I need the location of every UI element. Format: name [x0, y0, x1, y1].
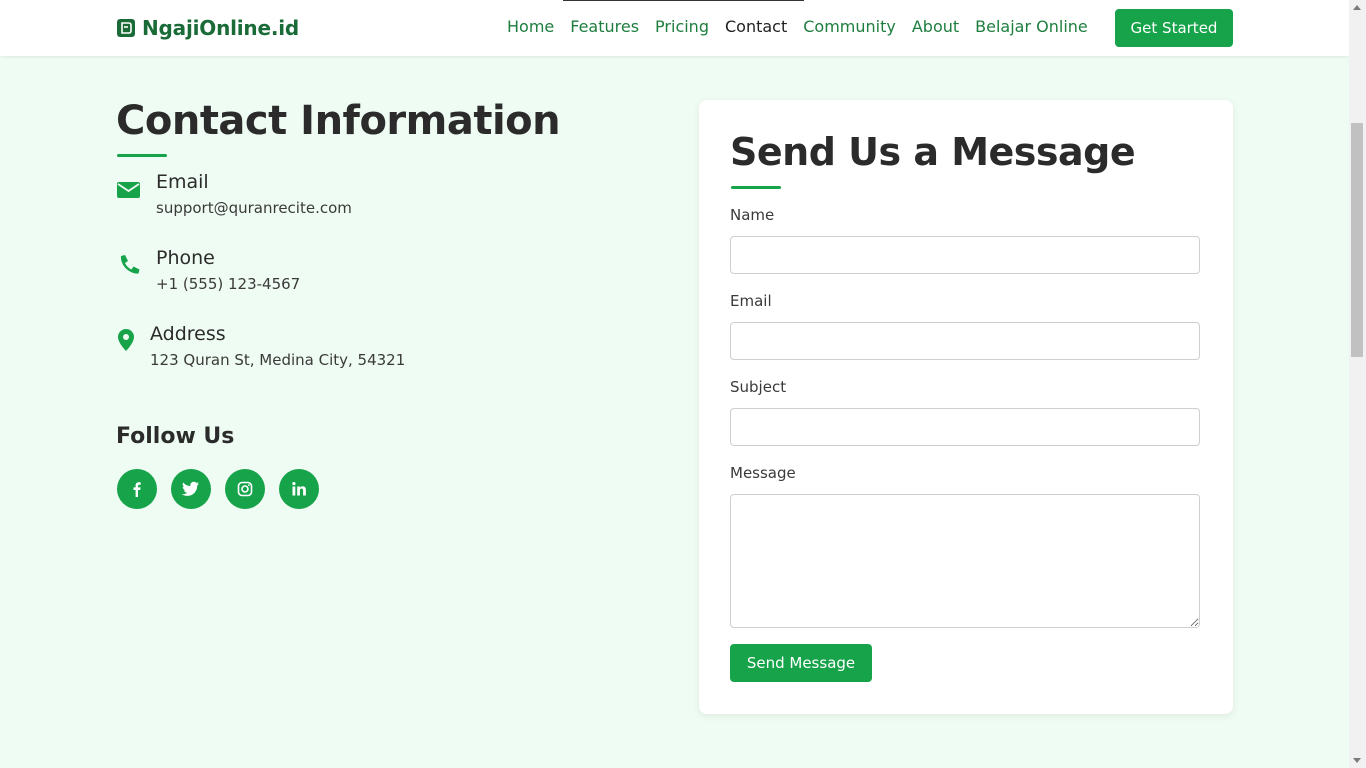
follow-us-heading: Follow Us	[116, 424, 235, 449]
title-underline	[117, 154, 167, 157]
address-heading: Address	[150, 323, 226, 345]
social-links	[117, 469, 319, 509]
message-textarea[interactable]	[730, 494, 1200, 628]
twitter-icon	[182, 481, 199, 496]
name-input[interactable]	[730, 236, 1200, 274]
phone-heading: Phone	[156, 247, 215, 269]
scrollbar-thumb[interactable]	[1351, 123, 1363, 357]
linkedin-link[interactable]	[279, 469, 319, 509]
contact-form-card: Send Us a Message Name Email Subject Mes…	[699, 100, 1233, 714]
phone-icon	[120, 255, 140, 274]
name-label: Name	[730, 206, 775, 224]
nav-contact[interactable]: Contact	[725, 17, 787, 36]
nav-community[interactable]: Community	[803, 17, 896, 36]
map-pin-icon	[118, 329, 134, 351]
brand-name: NgajiOnline.id	[142, 16, 299, 40]
linkedin-icon	[292, 482, 306, 496]
nav-about[interactable]: About	[912, 17, 959, 36]
brand-logo[interactable]: NgajiOnline.id	[116, 16, 299, 40]
send-message-button[interactable]: Send Message	[730, 644, 872, 682]
twitter-link[interactable]	[171, 469, 211, 509]
address-value: 123 Quran St, Medina City, 54321	[150, 351, 406, 369]
contact-email-row: Email support@quranrecite.com	[116, 171, 352, 217]
facebook-link[interactable]	[117, 469, 157, 509]
nav-pricing[interactable]: Pricing	[655, 17, 709, 36]
form-title-underline	[731, 186, 781, 189]
nav-features[interactable]: Features	[570, 17, 639, 36]
email-value[interactable]: support@quranrecite.com	[156, 199, 352, 217]
facebook-icon	[133, 482, 141, 497]
quran-book-icon	[117, 19, 135, 37]
top-navbar: NgajiOnline.id Home Features Pricing Con…	[0, 0, 1349, 56]
envelope-icon	[117, 182, 140, 198]
nav-belajar-online[interactable]: Belajar Online	[975, 17, 1088, 36]
subject-input[interactable]	[730, 408, 1200, 446]
instagram-icon	[237, 481, 253, 497]
phone-value[interactable]: +1 (555) 123-4567	[156, 275, 300, 293]
contact-phone-row: Phone +1 (555) 123-4567	[116, 247, 300, 293]
get-started-button[interactable]: Get Started	[1115, 9, 1233, 47]
active-tab-indicator	[563, 0, 804, 1]
page-scrollbar[interactable]	[1349, 0, 1366, 768]
contact-address-row: Address 123 Quran St, Medina City, 54321	[116, 323, 405, 369]
message-label: Message	[730, 464, 796, 482]
email-heading: Email	[156, 171, 209, 193]
email-label: Email	[730, 292, 772, 310]
nav-home[interactable]: Home	[507, 17, 554, 36]
scroll-up-arrow-icon[interactable]	[1353, 5, 1361, 10]
form-title: Send Us a Message	[730, 130, 1136, 174]
instagram-link[interactable]	[225, 469, 265, 509]
subject-label: Subject	[730, 378, 787, 396]
contact-info-title: Contact Information	[116, 98, 561, 144]
scroll-down-arrow-icon[interactable]	[1353, 758, 1361, 763]
main-nav: Home Features Pricing Contact Community …	[507, 17, 1088, 36]
email-input[interactable]	[730, 322, 1200, 360]
